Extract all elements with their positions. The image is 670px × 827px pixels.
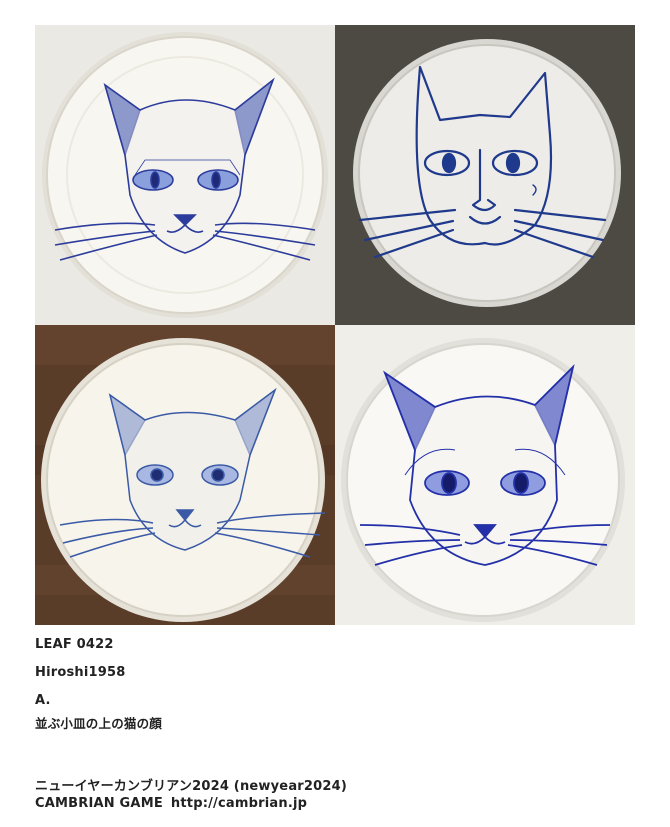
game-footer: CAMBRIAN GAME http://cambrian.jp bbox=[35, 796, 307, 811]
cat-plate-panel-2 bbox=[335, 25, 635, 325]
cat-plate-3-image bbox=[35, 325, 335, 625]
game-url-link[interactable]: http://cambrian.jp bbox=[171, 796, 307, 811]
entry-letter: A. bbox=[35, 693, 51, 708]
cat-plate-panel-3 bbox=[35, 325, 335, 625]
leaf-number: LEAF 0422 bbox=[35, 637, 114, 652]
cat-plate-panel-1 bbox=[35, 25, 335, 325]
cat-plate-1-image bbox=[35, 25, 335, 325]
artwork-image bbox=[35, 25, 635, 625]
game-name: CAMBRIAN GAME bbox=[35, 796, 163, 811]
author-name: Hiroshi1958 bbox=[35, 665, 126, 680]
cat-plate-2-image bbox=[335, 25, 635, 325]
cat-plate-4-image bbox=[335, 325, 635, 625]
event-name: ニューイヤーカンブリアン2024 (newyear2024) bbox=[35, 779, 348, 794]
artwork-title: 並ぶ小皿の上の猫の顔 bbox=[35, 716, 163, 731]
cat-plate-panel-4 bbox=[335, 325, 635, 625]
